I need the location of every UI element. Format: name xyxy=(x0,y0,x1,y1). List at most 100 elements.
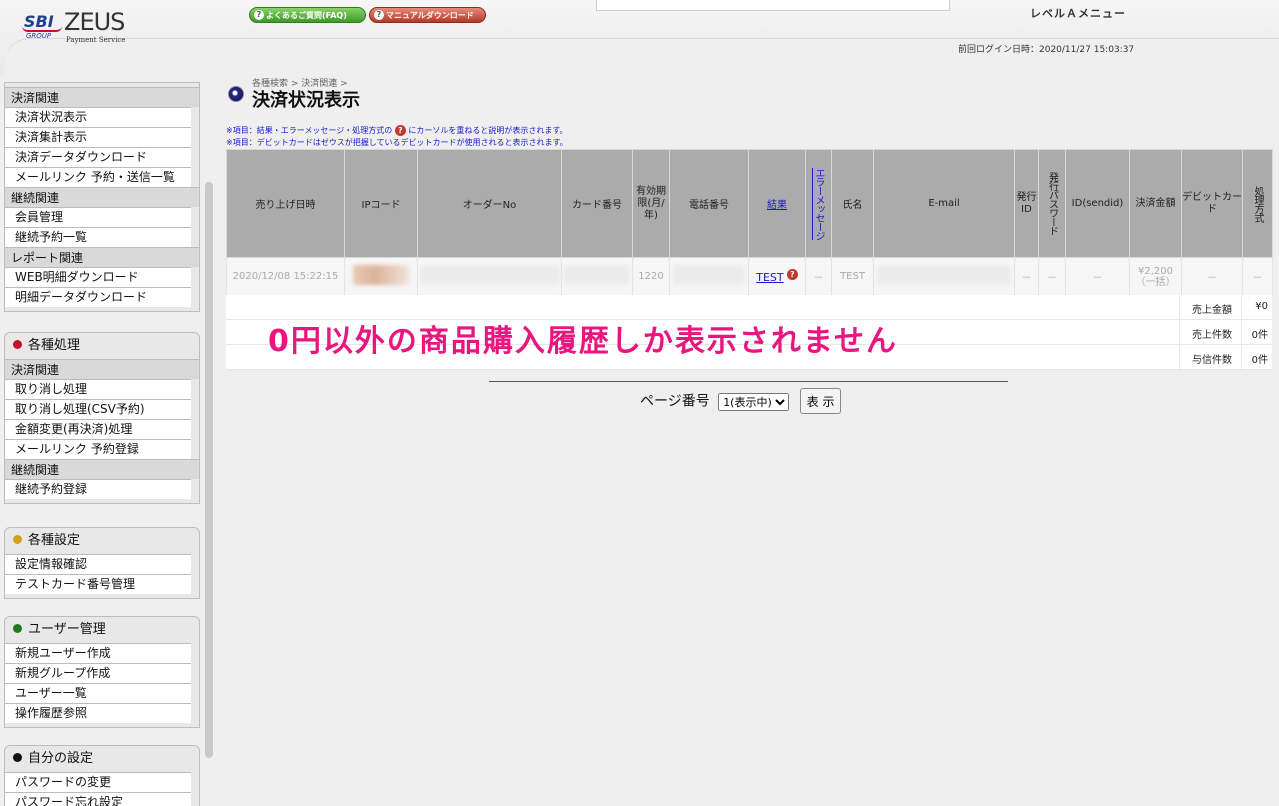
page-title-icon xyxy=(228,86,244,102)
redacted-email xyxy=(877,265,1011,285)
sidebar-item-amount-change[interactable]: 金額変更(再決済)処理 xyxy=(5,419,191,439)
sidebar-item-recurring-list[interactable]: 継続予約一覧 xyxy=(5,227,191,247)
sidebar-group-title[interactable]: 各種設定 xyxy=(5,528,199,554)
cell-sendid: － xyxy=(1065,257,1130,296)
total-sales-label: 売上金額 xyxy=(1192,305,1232,316)
sidebar-item-maillink-register[interactable]: メールリンク 予約登録 xyxy=(5,439,191,459)
sidebar-item-new-group[interactable]: 新規グループ作成 xyxy=(5,663,191,683)
sidebar-item-payment-status[interactable]: 決済状況表示 xyxy=(5,107,191,127)
cell-card xyxy=(561,257,633,296)
result-link[interactable]: TEST xyxy=(756,271,783,284)
sidebar-item-settings-info[interactable]: 設定情報確認 xyxy=(5,554,191,574)
amount-type: （一括） xyxy=(1135,276,1176,288)
cell-phone xyxy=(669,257,749,296)
sidebar-item-forgot-password[interactable]: パスワード忘れ設定 xyxy=(5,792,191,806)
faq-label: よくあるご質問(FAQ) xyxy=(266,11,347,20)
sidebar-group-title-label: 各種設定 xyxy=(28,533,81,548)
annotation-overlay-text: 0円以外の商品購入履歴しか表示されません xyxy=(268,324,898,359)
sidebar-group-title-label: 自分の設定 xyxy=(28,751,94,766)
col-header-amount: 決済金額 xyxy=(1129,149,1182,258)
auth-count-value: 0件 xyxy=(1251,355,1268,366)
sidebar-item-test-card[interactable]: テストカード番号管理 xyxy=(5,574,191,594)
pager: ページ番号 1(表示中) 表 示 xyxy=(640,388,842,414)
sidebar-item-web-statement[interactable]: WEB明細ダウンロード xyxy=(5,267,191,287)
help-note-1-pre: ※項目：結果・エラーメッセージ・処理方式の xyxy=(226,126,393,135)
main-content: 各種検索 > 決済関連 > 決済状況表示 ※項目：結果・エラーメッセージ・処理方… xyxy=(216,76,1279,806)
col-header-result[interactable]: 結果 xyxy=(748,149,806,258)
result-help-icon[interactable]: ? xyxy=(786,269,798,280)
manual-download-button[interactable]: ? マニュアルダウンロード xyxy=(369,7,486,23)
col-header-date: 売り上げ日時 xyxy=(226,149,345,258)
question-icon: ? xyxy=(374,10,384,20)
sidebar-group-title[interactable]: 自分の設定 xyxy=(5,746,199,772)
sidebar-category: 決済関連 xyxy=(5,87,199,107)
pager-divider xyxy=(489,381,1008,382)
sidebar-group-search: 決済関連 決済状況表示 決済集計表示 決済データダウンロード メールリンク 予約… xyxy=(4,82,200,312)
logo-group-text: GROUP xyxy=(26,32,52,40)
sidebar-category: 継続関連 xyxy=(5,459,199,479)
zeus-logo[interactable]: SBI GROUP ZEUS Payment Service xyxy=(22,8,132,48)
sidebar-item-payment-summary[interactable]: 決済集計表示 xyxy=(5,127,191,147)
col-header-error-message[interactable]: エラーメッセージ xyxy=(805,149,832,258)
last-login-text: 前回ログイン日時：2020/11/27 15:03:37 xyxy=(958,45,1135,55)
sidebar-item-change-password[interactable]: パスワードの変更 xyxy=(5,772,191,792)
help-question-icon: ? xyxy=(394,125,406,136)
col-header-debit: デビットカード xyxy=(1181,149,1243,258)
sidebar-category: 継続関連 xyxy=(5,187,199,207)
error-message-sort-link[interactable]: エラーメッセージ xyxy=(813,168,824,240)
sidebar-item-operation-history[interactable]: 操作履歴参照 xyxy=(5,703,191,723)
cell-name: TEST xyxy=(831,257,874,296)
page-number-select[interactable]: 1(表示中) xyxy=(718,393,790,411)
sidebar-category: 決済関連 xyxy=(5,359,199,379)
cell-expiry: 1220 xyxy=(632,257,670,296)
logo-zeus-text: ZEUS xyxy=(64,8,125,36)
sidebar-item-maillink-list[interactable]: メールリンク 予約・送信一覧 xyxy=(5,167,191,187)
sidebar-item-recurring-register[interactable]: 継続予約登録 xyxy=(5,479,191,499)
cell-amount: ¥2,200 （一括） xyxy=(1129,257,1182,296)
sidebar-item-cancel-csv[interactable]: 取り消し処理(CSV予約) xyxy=(5,399,191,419)
table-row[interactable]: 2020/12/08 15:22:15 1220 TEST ? － TEST －… xyxy=(226,257,1273,296)
sidebar-group-title-label: 各種処理 xyxy=(28,338,81,353)
red-dot-icon xyxy=(13,340,22,349)
sidebar-group-processing: 各種処理 決済関連 取り消し処理 取り消し処理(CSV予約) 金額変更(再決済)… xyxy=(4,332,200,504)
amount-value: ¥2,200 xyxy=(1138,265,1173,277)
redacted-card xyxy=(564,265,630,285)
result-sort-link[interactable]: 結果 xyxy=(767,200,787,211)
sidebar-group-my-settings: 自分の設定 パスワードの変更 パスワード忘れ設定 xyxy=(4,745,200,806)
sidebar-item-payment-download[interactable]: 決済データダウンロード xyxy=(5,147,191,167)
cell-issue-id: － xyxy=(1014,257,1039,296)
sidebar-item-cancel[interactable]: 取り消し処理 xyxy=(5,379,191,399)
col-header-order: オーダーNo xyxy=(417,149,562,258)
black-dot-icon xyxy=(13,753,22,762)
col-header-phone: 電話番号 xyxy=(669,149,749,258)
sidebar-item-statement-download[interactable]: 明細データダウンロード xyxy=(5,287,191,307)
cell-method: － xyxy=(1242,257,1273,296)
sales-count-value: 0件 xyxy=(1251,330,1268,341)
sidebar-item-user-list[interactable]: ユーザー一覧 xyxy=(5,683,191,703)
show-button[interactable]: 表 示 xyxy=(799,388,842,414)
col-header-issue-password: 発行パスワード xyxy=(1038,149,1066,258)
col-header-method: 処理方式 xyxy=(1242,149,1273,258)
sidebar-item-new-user[interactable]: 新規ユーザー作成 xyxy=(5,643,191,663)
sidebar-scrollbar[interactable] xyxy=(205,182,213,758)
page-number-label: ページ番号 xyxy=(640,393,710,410)
faq-button[interactable]: ? よくあるご質問(FAQ) xyxy=(249,7,366,23)
sidebar-category: レポート関連 xyxy=(5,247,199,267)
sidebar-group-title[interactable]: 各種処理 xyxy=(5,333,199,359)
cell-ip xyxy=(344,257,418,296)
green-dot-icon xyxy=(13,624,22,633)
cell-error: － xyxy=(805,257,832,296)
help-note-1: ※項目：結果・エラーメッセージ・処理方式の ? にカーソルを重ねると説明が表示さ… xyxy=(226,125,568,136)
sidebar-group-title[interactable]: ユーザー管理 xyxy=(5,617,199,643)
col-header-sendid: ID(sendid) xyxy=(1065,149,1130,258)
cell-result[interactable]: TEST ? xyxy=(748,257,806,296)
sidebar: 決済関連 決済状況表示 決済集計表示 決済データダウンロード メールリンク 予約… xyxy=(0,76,204,806)
total-sales-value: ¥0 xyxy=(1255,301,1268,312)
auth-count-label: 与信件数 xyxy=(1192,355,1232,366)
sidebar-item-member-management[interactable]: 会員管理 xyxy=(5,207,191,227)
cell-order xyxy=(417,257,562,296)
yellow-dot-icon xyxy=(13,535,22,544)
page-title: 決済状況表示 xyxy=(252,90,360,111)
divider xyxy=(1179,320,1180,345)
cell-issue-password: － xyxy=(1038,257,1066,296)
